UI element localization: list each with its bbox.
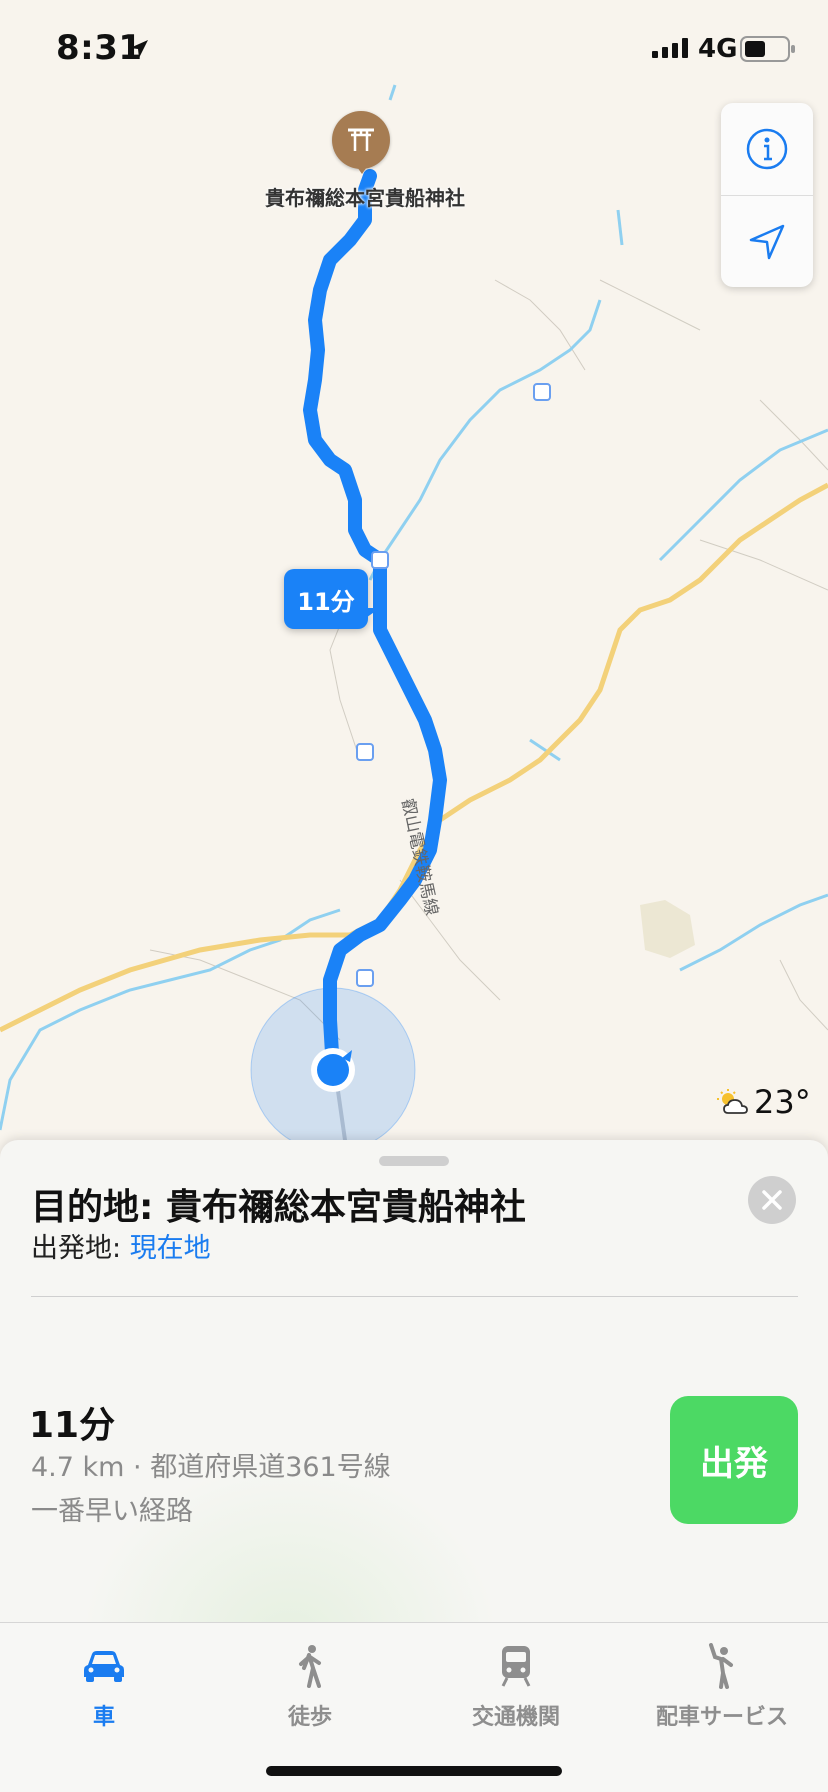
tab-transit[interactable]: 交通機関 — [426, 1639, 606, 1731]
map-park-area — [640, 900, 695, 958]
origin-link[interactable]: 現在地 — [130, 1233, 211, 1264]
eta-bubble[interactable]: 11分 — [284, 569, 368, 629]
origin-row: 出発地: 現在地 — [31, 1226, 211, 1265]
bus-stop-icon — [356, 383, 551, 987]
location-arrow-icon — [130, 40, 148, 58]
tab-ride-hail[interactable]: 配車サービス — [632, 1639, 812, 1731]
torii-gate-icon — [348, 128, 374, 151]
status-bar: 8:31 4G — [0, 0, 828, 100]
close-button[interactable] — [748, 1176, 796, 1224]
ride-hail-icon — [709, 1643, 733, 1689]
divider — [31, 1296, 798, 1297]
route-note: 一番早い経路 — [31, 1496, 193, 1527]
route-detail: 4.7 km · 都道府県道361号線 — [31, 1452, 391, 1483]
weather-widget: 23° — [716, 1083, 811, 1121]
partly-cloudy-icon — [717, 1089, 748, 1114]
navigation-arrow-icon — [749, 224, 785, 259]
map-view[interactable]: 叡山電鉄鞍馬線 貴布禰総本宮貴船神社 11分 23° — [0, 0, 828, 1160]
network-label: 4G — [698, 34, 738, 64]
tab-walk[interactable]: 徒歩 — [220, 1639, 400, 1731]
close-icon — [762, 1190, 782, 1210]
info-button[interactable] — [721, 103, 813, 195]
temperature-label: 23° — [754, 1083, 811, 1121]
map-controls — [721, 103, 813, 287]
eta-bubble-tail — [360, 608, 380, 622]
origin-prefix: 出発地: — [31, 1233, 130, 1264]
map-canvas: 叡山電鉄鞍馬線 — [0, 84, 828, 1160]
map-main-road — [0, 482, 828, 1033]
info-icon — [746, 128, 788, 170]
route-time: 11分 — [29, 1405, 116, 1446]
walk-icon — [299, 1645, 321, 1688]
battery-icon — [740, 36, 795, 62]
sheet-grabber[interactable] — [379, 1156, 449, 1166]
locate-button[interactable] — [721, 195, 813, 287]
map-minor-roads — [149, 279, 828, 1041]
user-location-dot — [311, 1048, 355, 1092]
home-indicator[interactable] — [266, 1766, 562, 1776]
tab-car-label: 車 — [92, 1705, 115, 1730]
destination-pin[interactable] — [332, 111, 390, 169]
destination-pin-tail — [355, 164, 369, 174]
tab-walk-label: 徒歩 — [287, 1705, 332, 1730]
destination-title: 目的地: 貴布禰総本宮貴船神社 — [31, 1187, 526, 1228]
train-icon — [501, 1646, 531, 1687]
signal-icon — [652, 38, 688, 58]
go-button[interactable]: 出発 — [670, 1396, 798, 1524]
tab-transit-label: 交通機関 — [471, 1705, 560, 1730]
destination-pin-label[interactable]: 貴布禰総本宮貴船神社 — [250, 182, 480, 211]
car-icon — [84, 1651, 124, 1682]
tab-car[interactable]: 車 — [14, 1639, 194, 1731]
tab-ride-hail-label: 配車サービス — [655, 1705, 788, 1730]
